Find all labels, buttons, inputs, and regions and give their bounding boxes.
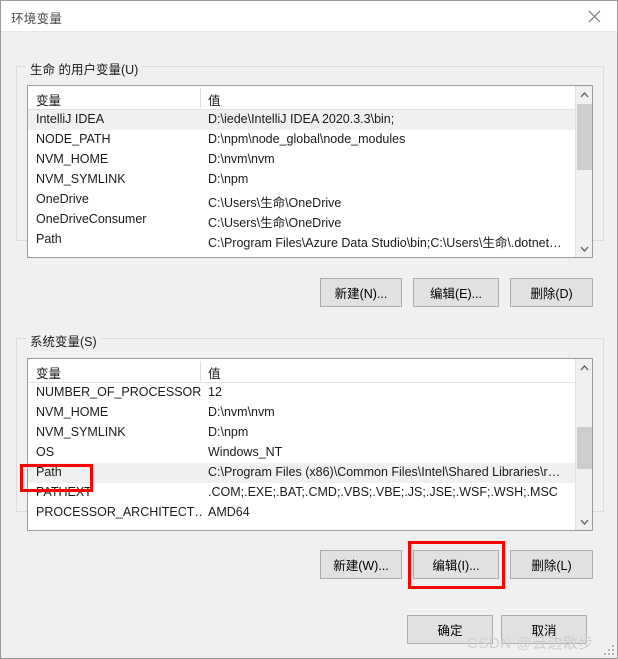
- user-table-body: IntelliJ IDEA D:\iede\IntelliJ IDEA 2020.…: [28, 110, 576, 257]
- cell-value: C:\Users\生命\OneDrive: [208, 196, 342, 210]
- system-table-body: NUMBER_OF_PROCESSORS 12 NVM_HOME D:\nvm\nvm…: [28, 383, 576, 530]
- close-icon[interactable]: [571, 1, 617, 31]
- user-edit-button[interactable]: 编辑(E)...: [413, 278, 499, 307]
- cell-value: .COM;.EXE;.BAT;.CMD;.VBS;.VBE;.JS;.JSE;.…: [208, 485, 558, 499]
- cell-variable: PATHEXT: [36, 485, 92, 499]
- scroll-down-icon[interactable]: [576, 513, 592, 530]
- user-col-value[interactable]: 值: [208, 90, 221, 109]
- cell-value: Windows_NT: [208, 445, 283, 459]
- column-separator: [200, 88, 201, 108]
- table-row[interactable]: NVM_HOME D:\nvm\nvm: [28, 403, 576, 423]
- cell-variable: Path: [36, 232, 62, 246]
- cell-variable: NUMBER_OF_PROCESSORS: [36, 385, 202, 399]
- cell-value: D:\npm: [208, 172, 249, 186]
- cell-variable: NVM_HOME: [36, 152, 109, 166]
- cell-variable: OS: [36, 445, 55, 459]
- table-row[interactable]: NVM_HOME D:\nvm\nvm: [28, 150, 576, 170]
- cell-variable: NODE_PATH: [36, 132, 111, 146]
- table-row[interactable]: NVM_SYMLINK D:\npm: [28, 423, 576, 443]
- scroll-up-icon[interactable]: [576, 359, 592, 376]
- system-delete-button[interactable]: 删除(L): [510, 550, 593, 579]
- cell-value: D:\npm: [208, 425, 249, 439]
- cell-variable: NVM_SYMLINK: [36, 425, 126, 439]
- table-row[interactable]: IntelliJ IDEA D:\iede\IntelliJ IDEA 2020.…: [28, 110, 576, 130]
- environment-variables-dialog: 环境变量 生命 的用户变量(U) 变量 值 IntelliJ IDEA D:\ie…: [0, 0, 618, 659]
- table-row[interactable]: PROCESSOR_ARCHITECT… AMD64: [28, 503, 576, 523]
- resize-grip-icon[interactable]: [602, 643, 614, 655]
- scrollbar-thumb[interactable]: [577, 104, 592, 170]
- system-table-scrollbar[interactable]: [575, 359, 592, 530]
- system-edit-button[interactable]: 编辑(I)...: [413, 550, 499, 579]
- table-row[interactable]: NVM_SYMLINK D:\npm: [28, 170, 576, 190]
- scroll-up-icon[interactable]: [576, 86, 592, 103]
- title-bar: 环境变量: [1, 1, 617, 32]
- cell-value: AMD64: [208, 505, 250, 519]
- cell-value: C:\Program Files (x86)\Common Files\Inte…: [208, 465, 561, 479]
- cell-value: D:\nvm\nvm: [208, 152, 275, 166]
- window-title: 环境变量: [11, 12, 63, 26]
- system-col-value[interactable]: 值: [208, 363, 221, 382]
- user-variables-table[interactable]: 变量 值 IntelliJ IDEA D:\iede\IntelliJ IDEA …: [27, 85, 593, 258]
- system-new-button[interactable]: 新建(W)...: [320, 550, 402, 579]
- scrollbar-thumb[interactable]: [577, 427, 592, 469]
- scroll-down-icon[interactable]: [576, 240, 592, 257]
- system-table-header: 变量 值: [28, 359, 592, 383]
- table-row[interactable]: OneDriveConsumer C:\Users\生命\OneDrive: [28, 210, 576, 230]
- system-col-variable[interactable]: 变量: [36, 363, 61, 382]
- user-delete-button[interactable]: 删除(D): [510, 278, 593, 307]
- cell-value: C:\Program Files\Azure Data Studio\bin;C…: [208, 236, 562, 250]
- user-table-scrollbar[interactable]: [575, 86, 592, 257]
- column-separator: [200, 361, 201, 381]
- user-new-button[interactable]: 新建(N)...: [320, 278, 402, 307]
- cell-value: D:\npm\node_global\node_modules: [208, 132, 406, 146]
- cell-variable: OneDrive: [36, 192, 89, 206]
- user-table-header: 变量 值: [28, 86, 592, 110]
- table-row[interactable]: OS Windows_NT: [28, 443, 576, 463]
- cell-variable: NVM_SYMLINK: [36, 172, 126, 186]
- system-variables-table[interactable]: 变量 值 NUMBER_OF_PROCESSORS 12 NVM_HOME D:\nv…: [27, 358, 593, 531]
- watermark: CSDN @云边散步: [467, 635, 594, 652]
- cell-value: D:\iede\IntelliJ IDEA 2020.3.3\bin;: [208, 112, 395, 126]
- cell-value: C:\Users\生命\OneDrive: [208, 216, 342, 230]
- cell-variable: IntelliJ IDEA: [36, 112, 105, 126]
- table-row[interactable]: Path C:\Program Files\Azure Data Studio\b…: [28, 230, 576, 250]
- cell-variable: OneDriveConsumer: [36, 212, 147, 226]
- cell-variable: PROCESSOR_ARCHITECT…: [36, 505, 202, 519]
- cell-variable: NVM_HOME: [36, 405, 109, 419]
- user-variables-legend: 生命 的用户变量(U): [26, 59, 143, 78]
- user-col-variable[interactable]: 变量: [36, 90, 61, 109]
- table-row[interactable]: OneDrive C:\Users\生命\OneDrive: [28, 190, 576, 210]
- table-row[interactable]: PATHEXT .COM;.EXE;.BAT;.CMD;.VBS;.VBE;.JS…: [28, 483, 576, 503]
- table-row[interactable]: NODE_PATH D:\npm\node_global\node_modules: [28, 130, 576, 150]
- table-row[interactable]: NUMBER_OF_PROCESSORS 12: [28, 383, 576, 403]
- cell-value: 12: [208, 385, 222, 399]
- cell-variable: Path: [36, 465, 62, 479]
- cell-value: D:\nvm\nvm: [208, 405, 275, 419]
- system-variables-legend: 系统变量(S): [26, 331, 101, 350]
- table-row[interactable]: Path C:\Program Files (x86)\Common Files\…: [28, 463, 576, 483]
